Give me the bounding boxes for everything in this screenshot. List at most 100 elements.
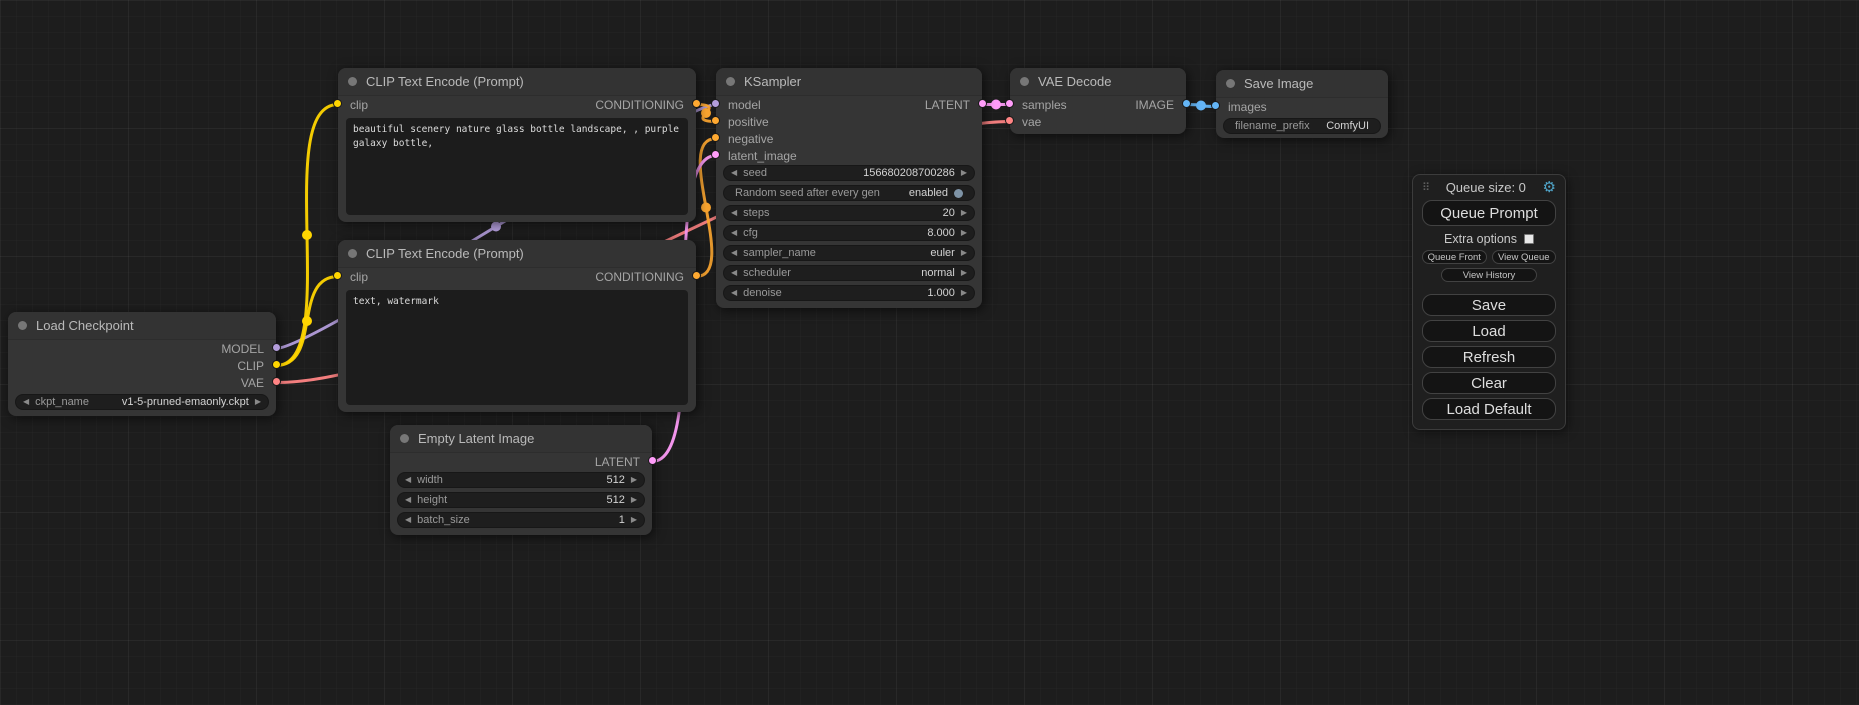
refresh-button[interactable]: Refresh xyxy=(1422,346,1556,368)
clear-button[interactable]: Clear xyxy=(1422,372,1556,394)
prompt-textarea[interactable]: text, watermark xyxy=(346,290,688,405)
slot-row: negative xyxy=(716,130,982,147)
collapse-dot-icon[interactable] xyxy=(348,77,357,86)
prompt-textarea[interactable]: beautiful scenery nature glass bottle la… xyxy=(346,118,688,215)
decrement-arrow-icon[interactable] xyxy=(731,269,737,277)
link-midpoint-dot xyxy=(491,222,501,232)
image-output-port[interactable] xyxy=(1182,99,1191,108)
decrement-arrow-icon[interactable] xyxy=(23,398,29,406)
increment-arrow-icon[interactable] xyxy=(961,249,967,257)
widget-name: seed xyxy=(743,167,767,179)
node-load-checkpoint[interactable]: Load Checkpoint MODEL CLIP VAE ckpt_name… xyxy=(8,312,276,416)
node-title-bar[interactable]: Save Image xyxy=(1216,70,1388,98)
node-title-bar[interactable]: CLIP Text Encode (Prompt) xyxy=(338,68,696,96)
increment-arrow-icon[interactable] xyxy=(255,398,261,406)
batch-size-widget[interactable]: batch_size 1 xyxy=(397,512,645,528)
view-queue-button[interactable]: View Queue xyxy=(1492,250,1557,264)
filename-prefix-widget[interactable]: filename_prefix ComfyUI xyxy=(1223,118,1381,134)
drag-handle-icon[interactable]: ⠿ xyxy=(1422,181,1429,194)
node-save-image[interactable]: Save Image images filename_prefix ComfyU… xyxy=(1216,70,1388,138)
images-input-port[interactable] xyxy=(1211,101,1220,110)
node-clip-text-encode-positive[interactable]: CLIP Text Encode (Prompt) clip CONDITION… xyxy=(338,68,696,222)
decrement-arrow-icon[interactable] xyxy=(731,249,737,257)
increment-arrow-icon[interactable] xyxy=(961,209,967,217)
collapse-dot-icon[interactable] xyxy=(400,434,409,443)
decrement-arrow-icon[interactable] xyxy=(405,476,411,484)
vae-output-port[interactable] xyxy=(272,377,281,386)
width-widget[interactable]: width 512 xyxy=(397,472,645,488)
random-seed-toggle-widget[interactable]: Random seed after every gen enabled xyxy=(723,185,975,201)
view-history-button[interactable]: View History xyxy=(1441,268,1537,282)
latent-image-input-port[interactable] xyxy=(711,150,720,159)
collapse-dot-icon[interactable] xyxy=(1020,77,1029,86)
decrement-arrow-icon[interactable] xyxy=(731,289,737,297)
decrement-arrow-icon[interactable] xyxy=(405,516,411,524)
increment-arrow-icon[interactable] xyxy=(631,496,637,504)
clip-output-port[interactable] xyxy=(272,360,281,369)
node-empty-latent-image[interactable]: Empty Latent Image LATENT width 512 heig… xyxy=(390,425,652,535)
queue-prompt-button[interactable]: Queue Prompt xyxy=(1422,200,1556,226)
seed-widget[interactable]: seed 156680208700286 xyxy=(723,165,975,181)
decrement-arrow-icon[interactable] xyxy=(731,169,737,177)
extra-options-checkbox[interactable] xyxy=(1524,234,1534,244)
collapse-dot-icon[interactable] xyxy=(1226,79,1235,88)
increment-arrow-icon[interactable] xyxy=(961,269,967,277)
model-input-port[interactable] xyxy=(711,99,720,108)
increment-arrow-icon[interactable] xyxy=(961,229,967,237)
steps-widget[interactable]: steps 20 xyxy=(723,205,975,221)
queue-front-button[interactable]: Queue Front xyxy=(1422,250,1487,264)
node-vae-decode[interactable]: VAE Decode samples IMAGE vae xyxy=(1010,68,1186,134)
widget-value: 156680208700286 xyxy=(863,167,955,179)
widget-value: enabled xyxy=(909,187,948,199)
clip-input-port[interactable] xyxy=(333,99,342,108)
vae-input-port[interactable] xyxy=(1005,116,1014,125)
queue-size-label: Queue size: 0 xyxy=(1429,180,1542,195)
node-title-bar[interactable]: VAE Decode xyxy=(1010,68,1186,96)
latent-output-label: LATENT xyxy=(925,98,970,112)
save-button[interactable]: Save xyxy=(1422,294,1556,316)
model-output-port[interactable] xyxy=(272,343,281,352)
decrement-arrow-icon[interactable] xyxy=(405,496,411,504)
slot-row: positive xyxy=(716,113,982,130)
settings-gear-icon[interactable]: ⚙ xyxy=(1543,180,1556,195)
increment-arrow-icon[interactable] xyxy=(961,289,967,297)
node-ksampler[interactable]: KSampler model LATENT positive negative … xyxy=(716,68,982,308)
positive-input-port[interactable] xyxy=(711,116,720,125)
load-default-button[interactable]: Load Default xyxy=(1422,398,1556,420)
latent-output-port[interactable] xyxy=(648,456,657,465)
node-title-bar[interactable]: Load Checkpoint xyxy=(8,312,276,340)
increment-arrow-icon[interactable] xyxy=(631,476,637,484)
queue-menu-panel[interactable]: ⠿ Queue size: 0 ⚙ Queue Prompt Extra opt… xyxy=(1412,174,1566,430)
link-midpoint-dot xyxy=(302,230,312,240)
menu-header: ⠿ Queue size: 0 ⚙ xyxy=(1422,178,1556,196)
clip-input-port[interactable] xyxy=(333,271,342,280)
sampler-name-widget[interactable]: sampler_name euler xyxy=(723,245,975,261)
samples-input-port[interactable] xyxy=(1005,99,1014,108)
link-midpoint-dot xyxy=(701,202,711,212)
slot-row: MODEL xyxy=(8,340,276,357)
scheduler-widget[interactable]: scheduler normal xyxy=(723,265,975,281)
toggle-dot-icon[interactable] xyxy=(954,189,963,198)
denoise-widget[interactable]: denoise 1.000 xyxy=(723,285,975,301)
latent-output-port[interactable] xyxy=(978,99,987,108)
conditioning-output-port[interactable] xyxy=(692,99,701,108)
cfg-widget[interactable]: cfg 8.000 xyxy=(723,225,975,241)
collapse-dot-icon[interactable] xyxy=(726,77,735,86)
node-canvas[interactable]: Load Checkpoint MODEL CLIP VAE ckpt_name… xyxy=(0,0,1859,705)
load-button[interactable]: Load xyxy=(1422,320,1556,342)
node-title-bar[interactable]: KSampler xyxy=(716,68,982,96)
node-clip-text-encode-negative[interactable]: CLIP Text Encode (Prompt) clip CONDITION… xyxy=(338,240,696,412)
decrement-arrow-icon[interactable] xyxy=(731,209,737,217)
node-title-bar[interactable]: CLIP Text Encode (Prompt) xyxy=(338,240,696,268)
negative-input-port[interactable] xyxy=(711,133,720,142)
node-title-bar[interactable]: Empty Latent Image xyxy=(390,425,652,453)
increment-arrow-icon[interactable] xyxy=(961,169,967,177)
collapse-dot-icon[interactable] xyxy=(18,321,27,330)
increment-arrow-icon[interactable] xyxy=(631,516,637,524)
decrement-arrow-icon[interactable] xyxy=(731,229,737,237)
conditioning-output-port[interactable] xyxy=(692,271,701,280)
collapse-dot-icon[interactable] xyxy=(348,249,357,258)
image-output-label: IMAGE xyxy=(1135,98,1174,112)
ckpt-name-widget[interactable]: ckpt_name v1-5-pruned-emaonly.ckpt xyxy=(15,394,269,410)
height-widget[interactable]: height 512 xyxy=(397,492,645,508)
